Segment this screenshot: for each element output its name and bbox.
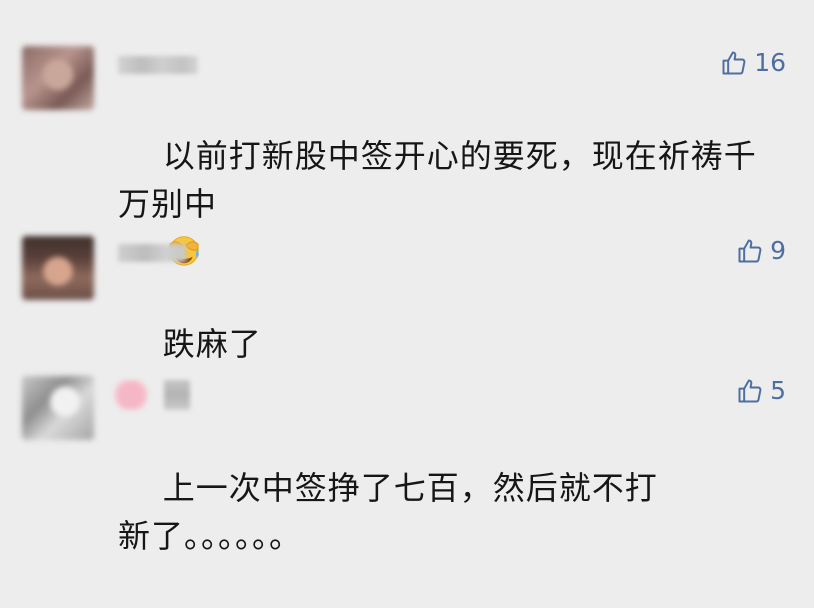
like-count: 5 bbox=[770, 376, 786, 405]
avatar[interactable] bbox=[22, 236, 94, 300]
comment-body: 上一次中签挣了七百，然后就不打新了。。。。。。 bbox=[118, 469, 658, 555]
thumbs-up-icon bbox=[738, 379, 762, 402]
avatar[interactable] bbox=[22, 46, 94, 110]
thumbs-up-icon bbox=[722, 51, 746, 74]
like-button[interactable]: 9 bbox=[736, 236, 786, 265]
username-blurred[interactable] bbox=[118, 244, 186, 262]
username-blurred[interactable] bbox=[118, 56, 198, 74]
comment-item-2: 9 跌麻了 bbox=[0, 236, 814, 363]
like-count: 9 bbox=[770, 236, 786, 265]
avatar[interactable] bbox=[22, 376, 94, 440]
username-blurred[interactable] bbox=[164, 380, 190, 410]
like-button[interactable]: 5 bbox=[736, 376, 786, 405]
like-button[interactable]: 16 bbox=[720, 48, 786, 77]
comment-item-1: 16 以前打新股中签开心的要死，现在祈祷千万别中 bbox=[0, 46, 814, 266]
thumbs-up-icon bbox=[738, 239, 762, 262]
comment-item-3: 5 上一次中签挣了七百，然后就不打新了。。。。。。 bbox=[0, 376, 814, 555]
comment-body: 跌麻了 bbox=[162, 325, 262, 363]
comment-text: 上一次中签挣了七百，然后就不打新了。。。。。。 bbox=[118, 416, 678, 608]
comment-body: 以前打新股中签开心的要死，现在祈祷千万别中 bbox=[118, 137, 757, 223]
username-blurred[interactable] bbox=[114, 380, 148, 410]
like-count: 16 bbox=[754, 48, 786, 77]
